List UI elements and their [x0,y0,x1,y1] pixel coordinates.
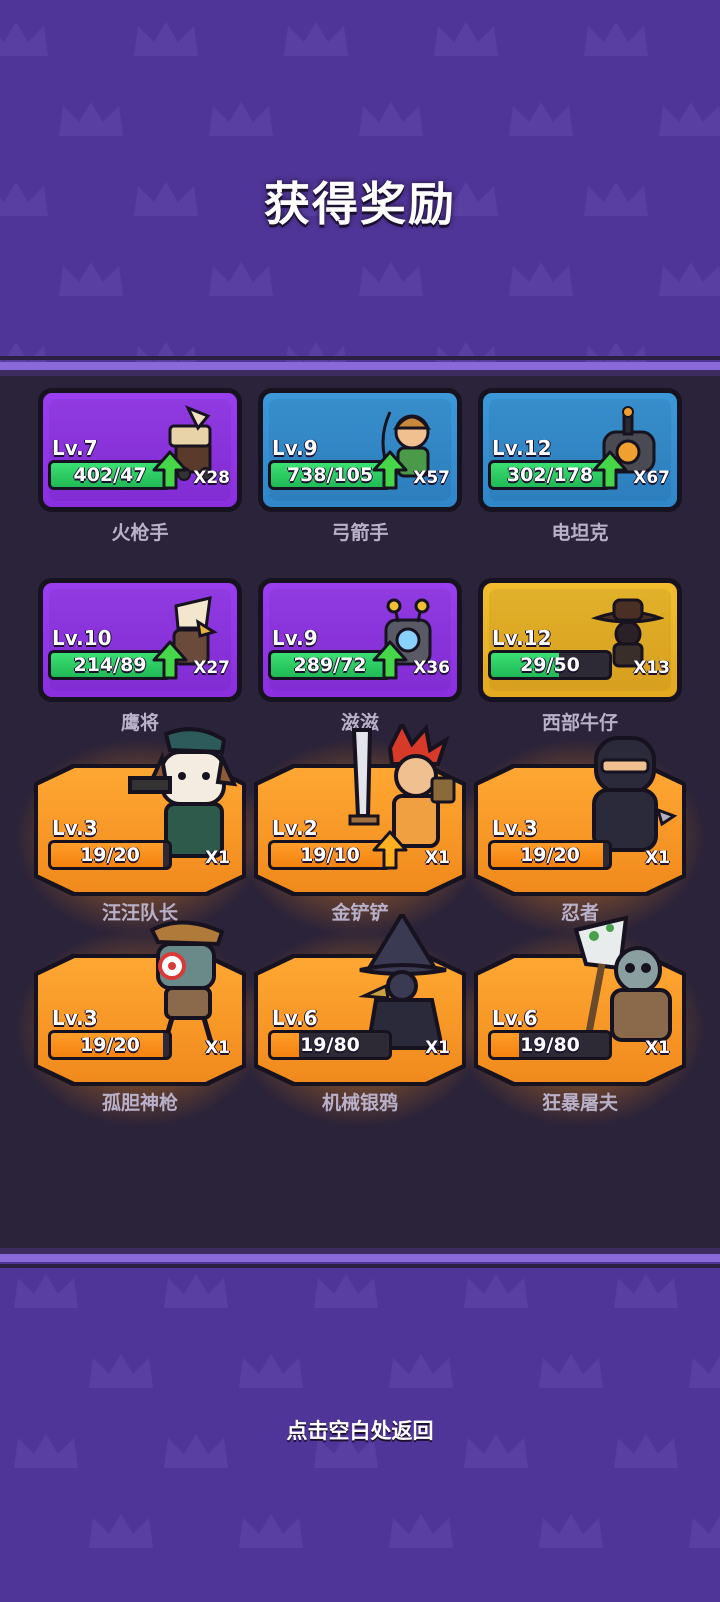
crown-pattern-icon [55,100,127,140]
shard-count: X1 [645,1038,670,1058]
progress-text: 19/20 [520,844,580,866]
crown-pattern-icon [55,260,127,300]
crown-pattern-icon [685,1352,720,1392]
crown-pattern-icon [85,1352,157,1392]
hero-level: Lv.12 [492,626,552,650]
reward-card[interactable]: Lv.6 19/80 X1 狂暴屠夫 [454,915,706,1138]
hero-name: 火枪手 [111,522,169,544]
crown-pattern-icon [460,1272,532,1312]
reward-card[interactable]: Lv.9 738/105 X57 弓箭手 [258,388,462,568]
hero-name: 狂暴屠夫 [541,1092,618,1114]
crown-pattern-icon [535,1512,607,1552]
crown-pattern-icon [235,1352,307,1392]
hero-level: Lv.9 [272,626,318,650]
crown-pattern-icon [685,1512,720,1552]
progress-text: 29/50 [520,654,580,676]
crown-pattern-icon [205,260,277,300]
hero-level: Lv.3 [52,816,98,840]
crown-pattern-icon [85,1512,157,1552]
progress-text: 19/80 [520,1034,580,1056]
shard-count: X36 [413,658,450,678]
hero-name: 孤胆神枪 [101,1092,178,1114]
hero-level: Lv.3 [52,1006,98,1030]
crown-pattern-icon [280,20,352,60]
reward-card[interactable]: Lv.12 302/178 X67 电坦克 [478,388,682,568]
shard-progress-bar: 19/80 [488,1030,612,1060]
page-title: 获得奖励 [264,177,456,231]
hero-level: Lv.6 [492,1006,538,1030]
shard-count: X1 [205,848,230,868]
crown-pattern-icon [655,260,720,300]
tap-to-return-hint[interactable]: 点击空白处返回 [0,1415,720,1445]
hero-level: Lv.3 [492,816,538,840]
crown-pattern-icon [130,20,202,60]
shard-count: X27 [193,658,230,678]
crown-pattern-icon [310,1272,382,1312]
shard-count: X13 [633,658,670,678]
hero-level: Lv.6 [272,1006,318,1030]
crown-pattern-icon [235,1512,307,1552]
hero-level: Lv.7 [52,436,98,460]
hero-level: Lv.9 [272,436,318,460]
crown-pattern-icon [385,1512,457,1552]
crown-pattern-icon [205,100,277,140]
crown-pattern-icon [0,20,52,60]
shard-count: X1 [205,1038,230,1058]
shard-progress-bar: 19/20 [488,840,612,870]
crown-pattern-icon [385,1352,457,1392]
shard-progress-bar: 19/20 [48,840,172,870]
hero-name: 弓箭手 [331,522,389,544]
hero-name: 机械银鸦 [321,1092,398,1114]
crown-pattern-icon [160,1272,232,1312]
hero-level: Lv.10 [52,626,112,650]
progress-text: 19/20 [80,844,140,866]
crown-pattern-icon [610,1272,682,1312]
crown-pattern-icon [505,100,577,140]
crown-pattern-icon [10,1272,82,1312]
upgrade-arrow-icon [372,830,408,870]
upgrade-arrow-icon [152,640,188,680]
reward-card[interactable]: Lv.7 402/47 X28 火枪手 [38,388,242,568]
shard-progress-bar: 19/20 [48,1030,172,1060]
crown-pattern-icon [355,260,427,300]
hero-level: Lv.12 [492,436,552,460]
crown-pattern-icon [535,1352,607,1392]
upgrade-arrow-icon [592,450,628,490]
shard-count: X67 [633,468,670,488]
upgrade-arrow-icon [372,640,408,680]
reward-card[interactable]: Lv.3 19/20 X1 孤胆神枪 [14,920,266,1138]
crown-pattern-icon [430,20,502,60]
progress-text: 19/80 [300,1034,360,1056]
reward-card[interactable]: Lv.6 19/80 X1 机械银鸦 [234,910,486,1138]
shard-count: X28 [193,468,230,488]
shard-progress-bar: 29/50 [488,650,612,680]
progress-text: 19/20 [80,1034,140,1056]
shard-count: X1 [425,1038,450,1058]
shard-count: X1 [645,848,670,868]
shard-progress-bar: 19/80 [268,1030,392,1060]
crown-pattern-icon [505,260,577,300]
upgrade-arrow-icon [372,450,408,490]
hero-name: 电坦克 [551,522,609,544]
shard-count: X1 [425,848,450,868]
hero-level: Lv.2 [272,816,318,840]
upgrade-arrow-icon [152,450,188,490]
crown-pattern-icon [655,100,720,140]
shard-count: X57 [413,468,450,488]
crown-pattern-icon [355,100,427,140]
crown-pattern-icon [580,20,652,60]
